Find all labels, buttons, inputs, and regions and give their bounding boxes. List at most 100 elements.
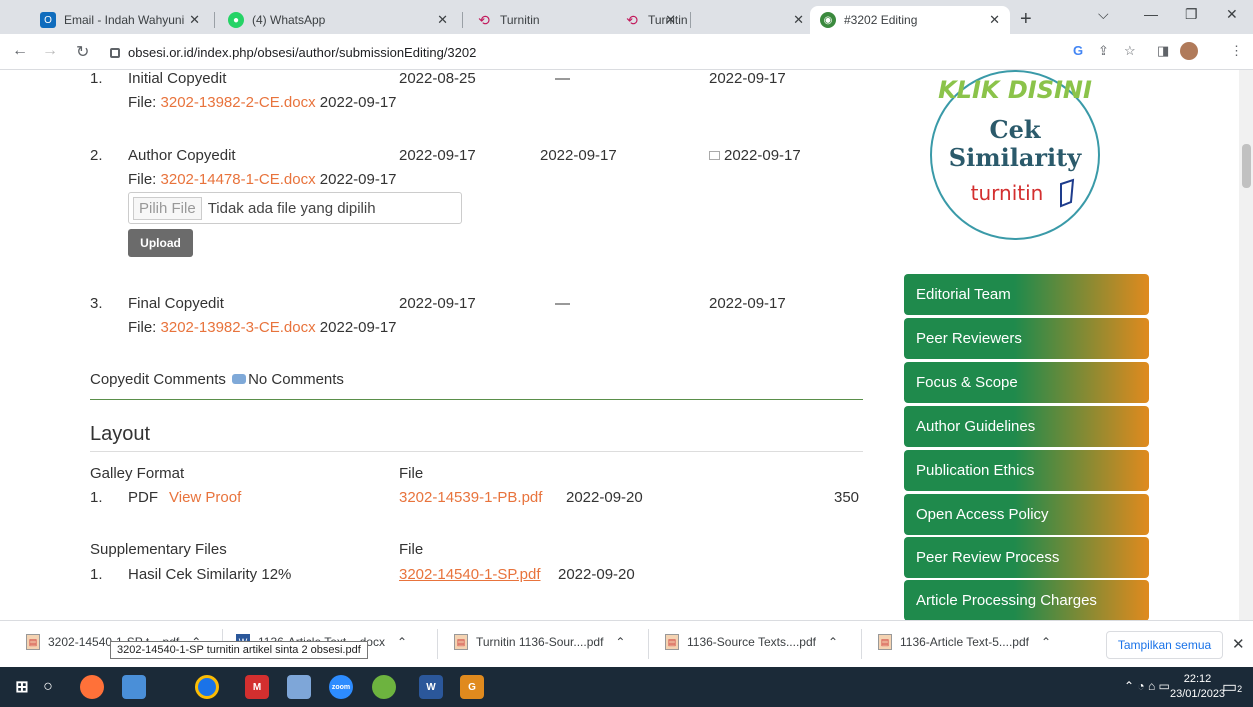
galley-file-label: File	[399, 465, 424, 482]
system-tray-icons[interactable]: ⌃ ◔ ⌂ ▭	[1124, 679, 1170, 693]
copyedit-file-line: File: 3202-14478-1-CE.docx 2022-09-17	[128, 171, 397, 188]
firefox-icon[interactable]	[80, 675, 104, 699]
reload-icon[interactable]: ↻	[76, 42, 89, 62]
share-icon[interactable]: ⇪	[1098, 43, 1109, 59]
address-bar[interactable]: obsesi.or.id/index.php/obsesi/author/sub…	[110, 40, 1110, 64]
file-prefix: File:	[128, 319, 161, 336]
show-all-downloads-button[interactable]: Tampilkan semua	[1106, 631, 1223, 659]
choose-file-button[interactable]: Pilih File	[133, 196, 202, 220]
copyedit-file-date: 2022-09-17	[319, 94, 397, 111]
file-explorer-icon[interactable]	[122, 675, 146, 699]
clock[interactable]: 22:12 23/01/2023	[1170, 672, 1225, 702]
file-upload-input[interactable]: Pilih File Tidak ada file yang dipilih	[128, 192, 462, 224]
menu-dots-icon[interactable]: ⋮	[1230, 43, 1243, 59]
close-icon[interactable]: ✕	[189, 12, 200, 28]
chrome-icon[interactable]	[195, 675, 219, 699]
clock-time: 22:12	[1183, 673, 1212, 685]
upload-button[interactable]: Upload	[128, 229, 193, 257]
close-downloads-icon[interactable]: ✕	[1232, 635, 1245, 653]
clock-date: 23/01/2023	[1170, 688, 1226, 700]
windows-start-icon[interactable]: ⊞	[10, 675, 34, 699]
copyedit-underway: —	[555, 70, 570, 87]
close-icon[interactable]: ✕	[793, 12, 804, 28]
copyedit-complete-line: 2022-09-17	[709, 147, 801, 164]
copyedit-file-link[interactable]: 3202-13982-3-CE.docx	[161, 319, 316, 336]
tab-title: #3202 Editing	[844, 13, 918, 27]
copyedit-file-link[interactable]: 3202-13982-2-CE.docx	[161, 94, 316, 111]
snipping-tool-icon[interactable]	[287, 675, 311, 699]
tab-title: Turnitin	[648, 13, 688, 27]
cek-similarity-logo[interactable]: KLIK DISINI Cek Similarity turnitin	[925, 70, 1105, 240]
copyedit-underway: —	[555, 295, 570, 312]
galley-number: 1.	[90, 489, 103, 506]
profile-avatar[interactable]	[1180, 42, 1198, 60]
copyedit-requested: 2022-09-17	[399, 147, 476, 164]
copyedit-file-line: File: 3202-13982-2-CE.docx 2022-09-17	[128, 94, 397, 111]
pdf-reader-icon[interactable]: G	[460, 675, 484, 699]
sidebar-item-editorial-team[interactable]: Editorial Team	[904, 274, 1149, 315]
outlook-icon: O	[40, 12, 56, 28]
tab-editing[interactable]: ◉ #3202 Editing ✕	[810, 6, 1010, 34]
close-icon[interactable]: ✕	[989, 12, 1000, 28]
word-icon[interactable]: W	[419, 675, 443, 699]
sidebar-item-open-access-policy[interactable]: Open Access Policy	[904, 494, 1149, 535]
bookmark-star-icon[interactable]: ☆	[1124, 43, 1136, 59]
copyedit-requested: 2022-09-17	[399, 295, 476, 312]
supplementary-files-label: Supplementary Files	[90, 541, 227, 558]
download-item[interactable]: ▤ Turnitin 1136-Sour....pdf ⌃	[454, 634, 625, 650]
scrollbar-thumb[interactable]	[1242, 144, 1251, 188]
chevron-up-icon[interactable]: ⌃	[615, 635, 625, 649]
url-text: obsesi.or.id/index.php/obsesi/author/sub…	[128, 44, 477, 60]
new-tab-button[interactable]: +	[1020, 8, 1032, 31]
sidebar-item-peer-reviewers[interactable]: Peer Reviewers	[904, 318, 1149, 359]
sidebar-item-peer-review-process[interactable]: Peer Review Process	[904, 537, 1149, 578]
copyedit-file-link[interactable]: 3202-14478-1-CE.docx	[161, 171, 316, 188]
comment-icon[interactable]	[232, 374, 247, 384]
copyedit-underway: 2022-09-17	[540, 147, 617, 164]
section-heading-layout: Layout	[90, 423, 151, 445]
sidebar-item-author-guidelines[interactable]: Author Guidelines	[904, 406, 1149, 447]
browser-tab-strip: O Email - Indah Wahyuni - Out ✕ ● (4) Wh…	[0, 0, 1253, 34]
browser-app-icon[interactable]	[372, 675, 396, 699]
sidebar-item-publication-ethics[interactable]: Publication Ethics	[904, 450, 1149, 491]
turnitin-icon: ⟲	[478, 11, 490, 28]
chevron-up-icon[interactable]: ⌃	[397, 635, 407, 649]
google-translate-icon[interactable]: G	[1073, 43, 1083, 58]
view-proof-link[interactable]: View Proof	[169, 489, 241, 506]
zoom-icon[interactable]: zoom	[329, 675, 353, 699]
back-icon[interactable]: ←	[12, 42, 28, 60]
supp-file-label: File	[399, 541, 424, 558]
supp-file-link[interactable]: 3202-14540-1-SP.pdf	[399, 566, 541, 583]
copyedit-complete: 2022-09-17	[709, 70, 786, 87]
divider	[90, 451, 863, 452]
logo-mid-text-1: Cek	[990, 115, 1042, 144]
close-icon[interactable]: ✕	[437, 12, 448, 28]
download-item[interactable]: ▤ 1136-Source Texts....pdf ⌃	[665, 634, 838, 650]
chevron-up-icon[interactable]: ⌃	[1041, 635, 1051, 649]
chevron-up-icon[interactable]: ⌃	[828, 635, 838, 649]
tab-turnitin-2[interactable]: ⟲ Turnitin ✕	[614, 6, 814, 34]
supp-date: 2022-09-20	[558, 566, 635, 583]
search-icon[interactable]: ○	[36, 675, 60, 699]
logo-brand-text: turnitin	[971, 181, 1044, 205]
forward-icon[interactable]: →	[42, 42, 58, 60]
restore-button[interactable]: ❐	[1185, 6, 1198, 23]
sidebar-item-focus-scope[interactable]: Focus & Scope	[904, 362, 1149, 403]
sidebar-item-article-processing-charges[interactable]: Article Processing Charges	[904, 580, 1149, 620]
close-window-button[interactable]: ✕	[1226, 6, 1238, 23]
copyedit-file-line: File: 3202-13982-3-CE.docx 2022-09-17	[128, 319, 397, 336]
side-panel-icon[interactable]: ◨	[1157, 43, 1169, 59]
tab-search-icon[interactable]: ⌵	[1098, 6, 1109, 23]
copyedit-complete: 2022-09-17	[724, 147, 801, 164]
tab-email[interactable]: O Email - Indah Wahyuni - Out ✕	[30, 6, 210, 34]
galley-file-link[interactable]: 3202-14539-1-PB.pdf	[399, 489, 542, 506]
notification-icon[interactable]: ▭2	[1222, 677, 1242, 697]
tab-whatsapp[interactable]: ● (4) WhatsApp ✕	[218, 6, 458, 34]
divider	[90, 399, 863, 400]
lock-icon	[110, 48, 120, 58]
calendar-icon[interactable]	[709, 151, 720, 160]
minimize-button[interactable]: —	[1144, 6, 1158, 22]
galley-date: 2022-09-20	[566, 489, 643, 506]
app-icon[interactable]: M	[245, 675, 269, 699]
download-item[interactable]: ▤ 1136-Article Text-5....pdf ⌃	[878, 634, 1051, 650]
